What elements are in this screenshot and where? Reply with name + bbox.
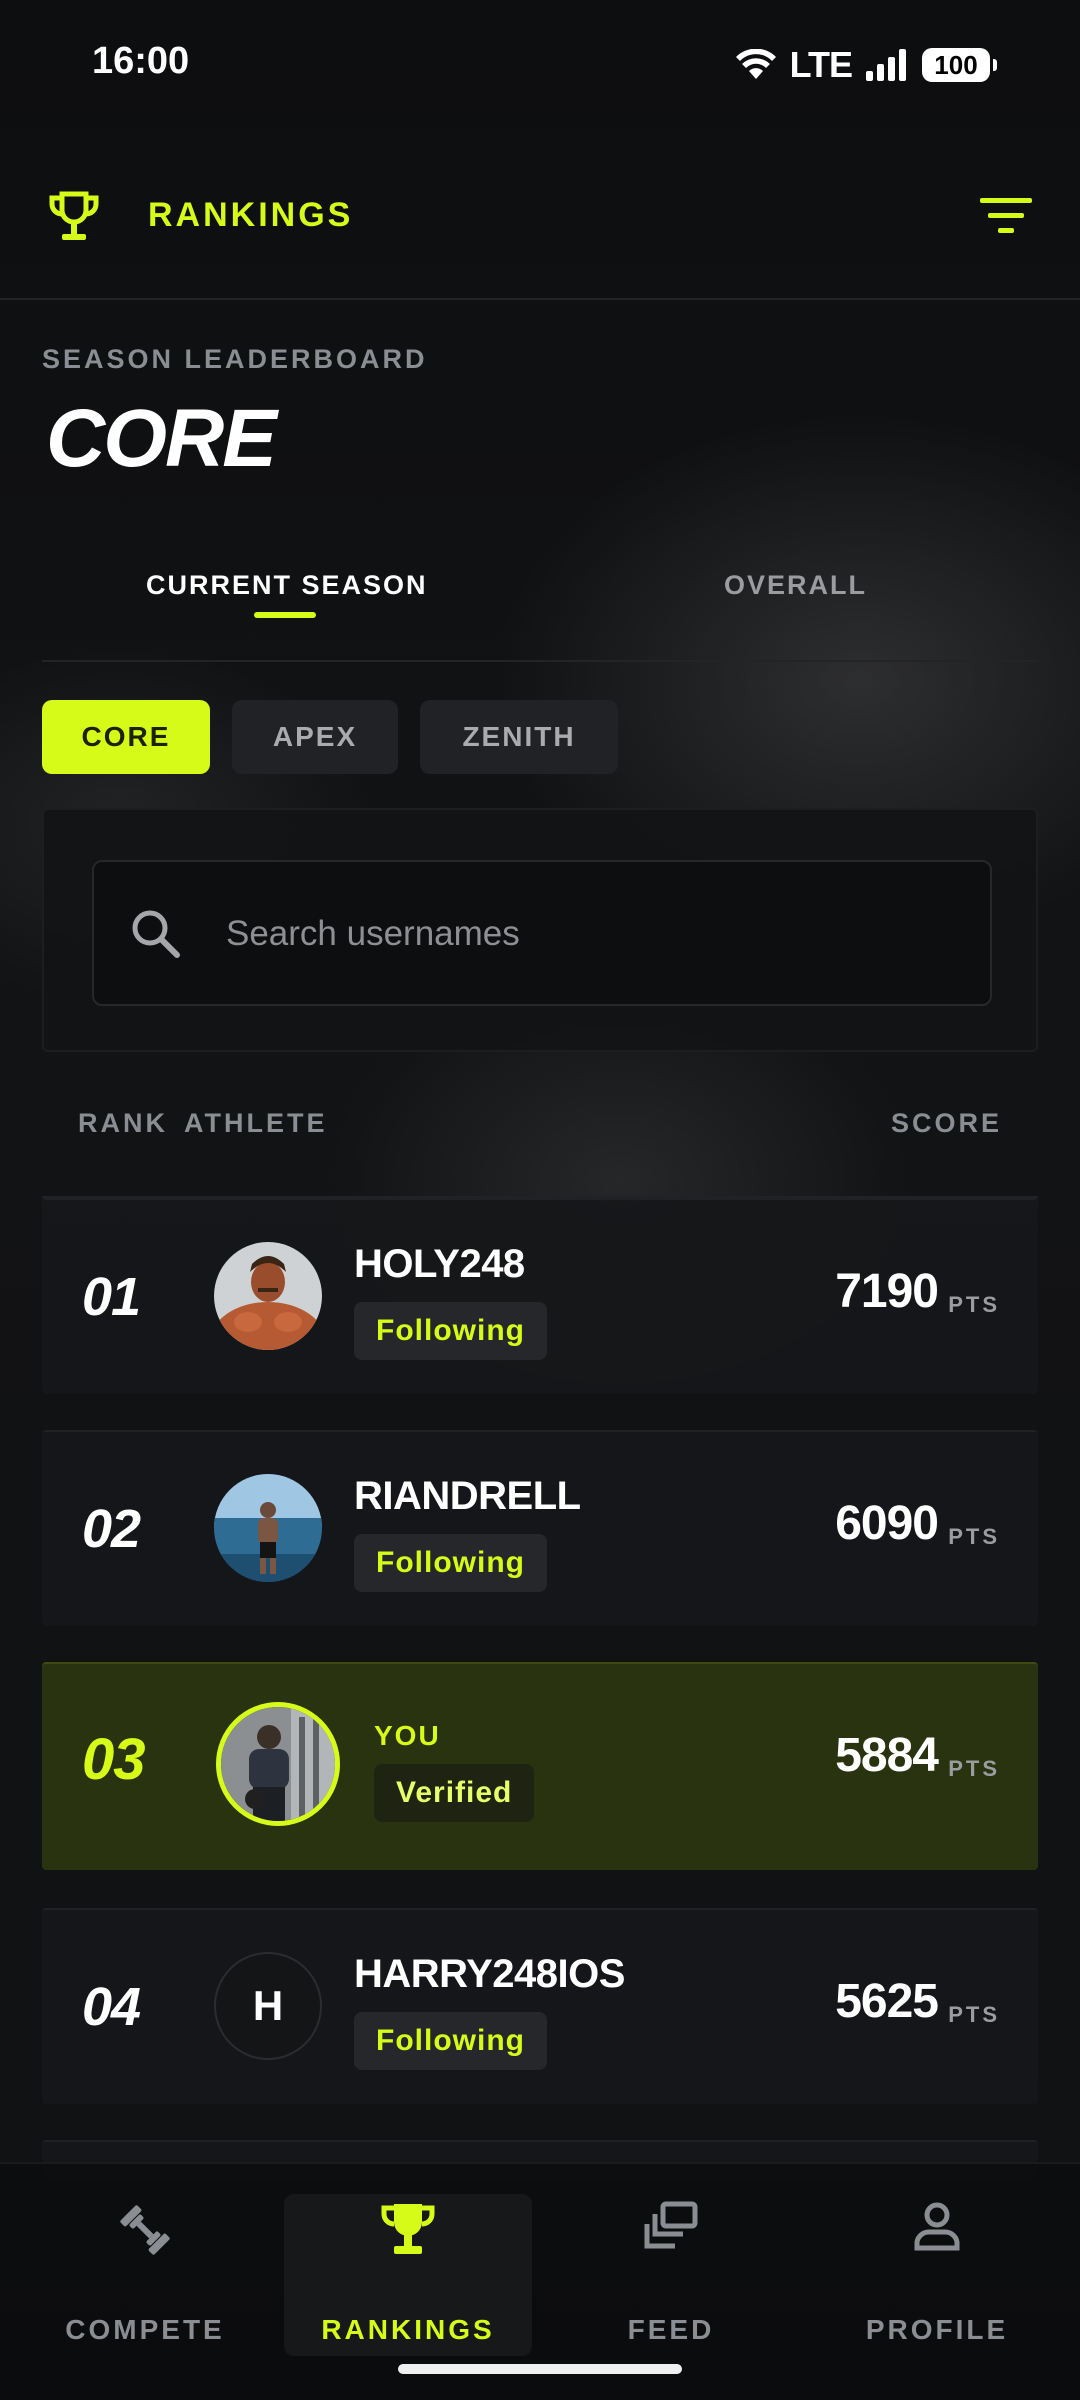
avatar[interactable]	[216, 1702, 340, 1826]
verified-badge: Verified	[374, 1764, 535, 1822]
network-type: LTE	[789, 44, 853, 85]
score-unit: PTS	[948, 2002, 1000, 2027]
leaderboard-row[interactable]: 04 H HARRY248IOS Following 5625 PTS	[42, 1908, 1038, 2104]
signal-icon	[866, 49, 908, 81]
status-time: 16:00	[92, 40, 190, 82]
column-header-score: SCORE	[890, 1108, 1002, 1138]
status-bar: 16:00 LTE 100	[0, 0, 1080, 130]
battery-icon: 100	[922, 48, 997, 82]
following-badge: Following	[354, 2012, 547, 2070]
league-chip-zenith[interactable]: ZENITH	[420, 700, 618, 774]
home-indicator[interactable]	[398, 2364, 682, 2374]
person-icon	[911, 2200, 963, 2257]
stack-icon	[643, 2200, 699, 2257]
score-value: 5884	[835, 1729, 939, 1782]
status-icons: LTE 100	[735, 44, 997, 86]
username: HARRY248IOS	[354, 1952, 625, 1996]
filter-icon[interactable]	[980, 194, 1032, 243]
league-chip-core[interactable]: CORE	[42, 700, 210, 774]
column-header-athlete: ATHLETE	[184, 1108, 328, 1138]
page-title: CORE	[46, 393, 277, 484]
column-header-rank: RANK	[78, 1108, 168, 1138]
following-badge: Following	[354, 1534, 547, 1592]
active-tab-indicator	[254, 612, 316, 618]
rank-number: 04	[82, 1977, 141, 2037]
nav-label: PROFILE	[865, 2314, 1009, 2345]
score-unit: PTS	[948, 1292, 1000, 1317]
header-title: RANKINGS	[148, 196, 354, 234]
nav-label: COMPETE	[65, 2314, 225, 2345]
score-unit: PTS	[948, 1756, 1000, 1781]
rank-number: 02	[82, 1499, 141, 1559]
tab-overall[interactable]: OVERALL	[724, 570, 867, 601]
avatar[interactable]: H	[214, 1952, 322, 2060]
list-header: RANK ATHLETE SCORE	[42, 1108, 1038, 1198]
trophy-icon	[380, 2200, 436, 2263]
rank-number: 01	[82, 1267, 141, 1327]
score-value: 7190	[835, 1265, 939, 1318]
leaderboard-row[interactable]: 02 RIANDRELL Following 6090 PTS	[42, 1430, 1038, 1626]
nav-rankings[interactable]: RANKINGS	[284, 2194, 532, 2356]
score-value: 5625	[835, 1975, 939, 2028]
rank-number: 03	[82, 1727, 146, 1792]
nav-feed[interactable]: FEED	[546, 2200, 796, 2360]
league-chips: CORE APEX ZENITH	[42, 700, 618, 774]
season-tabs: CURRENT SEASON OVERALL	[42, 540, 1038, 662]
nav-label: RANKINGS	[321, 2314, 495, 2345]
leaderboard-eyebrow: SEASON LEADERBOARD	[42, 344, 428, 374]
username: RIANDRELL	[354, 1474, 581, 1518]
nav-label: FEED	[627, 2314, 715, 2345]
username: HOLY248	[354, 1242, 525, 1286]
score-value: 6090	[835, 1497, 939, 1550]
trophy-icon	[48, 190, 100, 251]
you-label: YOU	[374, 1720, 441, 1751]
following-badge: Following	[354, 1302, 547, 1360]
search-input[interactable]	[226, 900, 946, 968]
leaderboard-row-current-user[interactable]: 03 YOU Verified 5884 PTS	[42, 1662, 1038, 1870]
avatar[interactable]	[214, 1474, 322, 1582]
score-unit: PTS	[948, 1524, 1000, 1549]
search-box[interactable]	[92, 860, 992, 1006]
avatar[interactable]	[214, 1242, 322, 1350]
search-panel	[42, 808, 1038, 1052]
leaderboard-row[interactable]: 01 HOLY248 Following 7190 PTS	[42, 1198, 1038, 1394]
nav-profile[interactable]: PROFILE	[812, 2200, 1062, 2360]
dumbbell-icon	[115, 2200, 175, 2265]
app-header: RANKINGS	[0, 170, 1080, 300]
tab-current-season[interactable]: CURRENT SEASON	[146, 570, 428, 601]
league-chip-apex[interactable]: APEX	[232, 700, 398, 774]
search-icon	[130, 908, 182, 965]
screen: 16:00 LTE 100 RANKINGS SEASON LEADERBOAR…	[0, 0, 1080, 2400]
nav-compete[interactable]: COMPETE	[20, 2200, 270, 2360]
wifi-icon	[735, 49, 776, 81]
